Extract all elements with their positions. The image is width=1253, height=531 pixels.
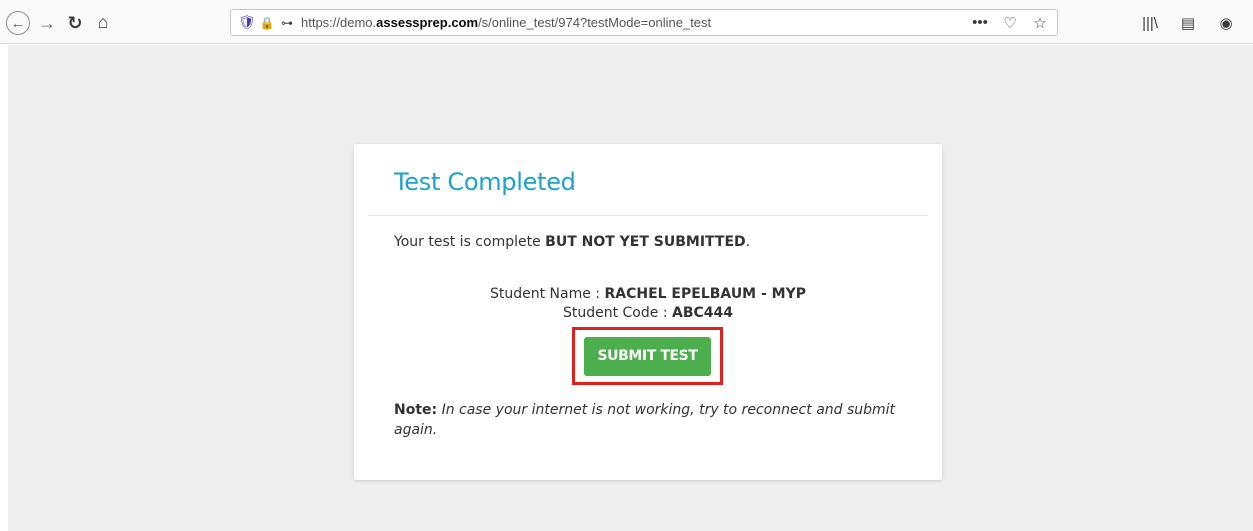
student-code-value: ABC444 bbox=[672, 305, 734, 321]
submit-test-button[interactable]: SUBMIT TEST bbox=[584, 336, 711, 376]
url-prefix: https://demo. bbox=[301, 15, 377, 30]
card-title: Test Completed bbox=[394, 168, 576, 196]
message-prefix: Your test is complete bbox=[394, 234, 546, 250]
student-code-row: Student Code : ABC444 bbox=[354, 304, 942, 323]
student-code-label: Student Code : bbox=[562, 305, 672, 321]
card-divider bbox=[368, 215, 928, 216]
home-icon[interactable]: ⌂ bbox=[91, 9, 115, 35]
url-path: /s/online_test/974?testMode=online_test bbox=[478, 15, 712, 30]
address-bar[interactable]: 🛡 🔒 ⊶ https://demo.assessprep.com/s/onli… bbox=[230, 9, 1058, 36]
account-icon[interactable]: ◉ bbox=[1217, 11, 1235, 35]
reload-icon[interactable]: ↻ bbox=[64, 10, 86, 36]
student-info: Student Name : RACHEL EPELBAUM - MYP Stu… bbox=[354, 285, 942, 323]
submit-highlight-box: SUBMIT TEST bbox=[572, 327, 723, 385]
permissions-icon[interactable]: ⊶ bbox=[275, 9, 297, 36]
url-domain: assessprep.com bbox=[376, 15, 479, 30]
student-name-value: RACHEL EPELBAUM - MYP bbox=[604, 286, 807, 302]
page-content: Test Completed Your test is complete BUT… bbox=[8, 45, 1253, 531]
browser-toolbar: ← → ↻ ⌂ 🛡 🔒 ⊶ https://demo.assessprep.co… bbox=[0, 0, 1253, 44]
note-body: In case your internet is not working, tr… bbox=[394, 402, 896, 438]
note-text: Note: In case your internet is not worki… bbox=[394, 400, 914, 440]
student-name-row: Student Name : RACHEL EPELBAUM - MYP bbox=[354, 285, 942, 304]
address-bar-actions: ••• ♡ ☆ bbox=[971, 10, 1049, 35]
student-name-label: Student Name : bbox=[489, 286, 605, 302]
message-suffix: . bbox=[745, 234, 751, 250]
bookmark-star-icon[interactable]: ☆ bbox=[1031, 10, 1049, 35]
note-label: Note: bbox=[394, 402, 438, 418]
library-icon[interactable]: |||\ bbox=[1141, 11, 1159, 35]
forward-icon[interactable]: → bbox=[36, 10, 58, 36]
url-text[interactable]: https://demo.assessprep.com/s/online_tes… bbox=[301, 15, 711, 30]
toolbar-right-tools: |||\ ▤ ◉ bbox=[1141, 10, 1235, 36]
lock-icon[interactable]: 🔒 bbox=[259, 9, 275, 36]
page-actions-icon[interactable]: ••• bbox=[971, 10, 989, 35]
test-completed-card: Test Completed Your test is complete BUT… bbox=[354, 144, 942, 480]
back-icon[interactable]: ← bbox=[6, 11, 30, 35]
sidebar-icon[interactable]: ▤ bbox=[1179, 11, 1197, 35]
message-bold: BUT NOT YET SUBMITTED bbox=[545, 234, 746, 250]
pocket-icon[interactable]: ♡ bbox=[1001, 10, 1019, 35]
tracking-shield-icon[interactable]: 🛡 bbox=[235, 9, 259, 36]
completion-message: Your test is complete BUT NOT YET SUBMIT… bbox=[394, 234, 750, 250]
